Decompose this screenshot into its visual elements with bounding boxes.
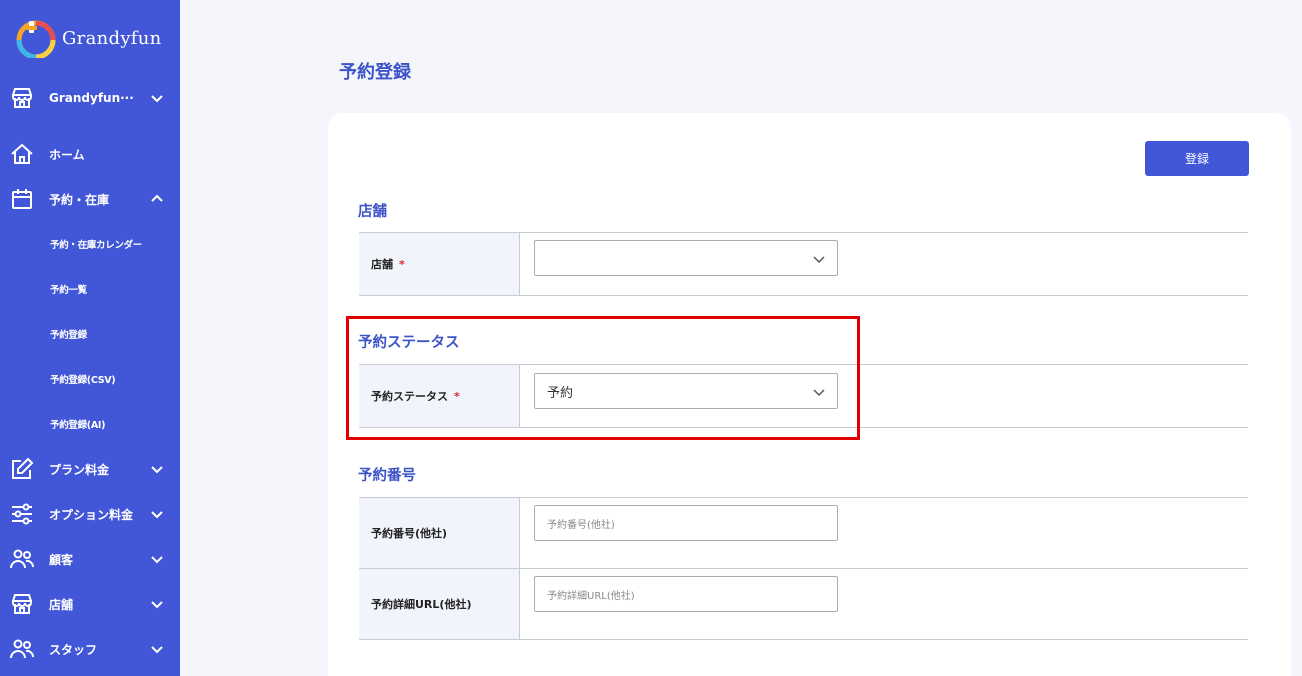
section-title-store: 店舗 — [358, 204, 387, 220]
form-row-number: 予約番号(他社) 予約番号(他社) — [359, 497, 1248, 569]
sidebar-subitem-calendar[interactable]: 予約・在庫カレンダー — [0, 229, 180, 259]
sidebar-item-label: スタッフ — [49, 642, 98, 657]
store-icon — [12, 88, 32, 108]
chevron-down-icon — [151, 95, 163, 103]
sidebar-item-staff[interactable]: スタッフ — [0, 631, 180, 667]
store-selector[interactable]: Grandyfun··· — [0, 80, 180, 116]
edit-icon — [12, 457, 34, 479]
brand-name: Grandyfun — [62, 27, 162, 49]
users-icon — [10, 639, 34, 659]
home-icon — [11, 143, 33, 164]
sidebar-item-customers[interactable]: 顧客 — [0, 541, 180, 577]
sidebar-subitem-register-csv[interactable]: 予約登録(CSV) — [0, 364, 180, 394]
sidebar-subitem-label: 予約登録(AI) — [50, 420, 106, 431]
sidebar-subitem-label: 予約登録(CSV) — [50, 375, 116, 386]
chevron-down-icon — [151, 556, 163, 564]
chevron-down-icon — [151, 601, 163, 609]
required-mark: * — [399, 257, 405, 271]
sidebar-item-label: プラン料金 — [49, 462, 110, 477]
section-title-number: 予約番号 — [358, 468, 416, 484]
sidebar-subitem-label: 予約一覧 — [50, 285, 87, 296]
store-select[interactable] — [534, 240, 838, 276]
reservation-url-input[interactable]: 予約詳細URL(他社) — [534, 576, 838, 612]
sidebar-item-home[interactable]: ホーム — [0, 136, 180, 172]
sidebar-subitem-register-ai[interactable]: 予約登録(AI) — [0, 409, 180, 439]
sidebar-item-label: 予約・在庫 — [49, 192, 110, 207]
field-label-store: 店舗 * — [359, 233, 520, 295]
reservation-number-input[interactable]: 予約番号(他社) — [534, 505, 838, 541]
sidebar: Grandyfun Grandyfun··· ホーム 予約・在庫 予約・在庫カレ… — [0, 0, 180, 676]
calendar-icon — [12, 189, 32, 209]
sidebar-item-plan-price[interactable]: プラン料金 — [0, 451, 180, 487]
store-selector-label: Grandyfun··· — [49, 91, 134, 105]
chevron-up-icon — [151, 194, 163, 202]
sliders-icon — [12, 503, 32, 525]
form-row-url: 予約詳細URL(他社) 予約詳細URL(他社) — [359, 568, 1248, 640]
logo-icon — [16, 20, 56, 58]
field-label-number: 予約番号(他社) — [359, 498, 520, 568]
sidebar-item-label: 店舗 — [49, 597, 74, 612]
sidebar-item-stores[interactable]: 店舗 — [0, 586, 180, 622]
sidebar-item-label: 顧客 — [49, 552, 74, 567]
chevron-down-icon — [813, 256, 825, 264]
chevron-down-icon — [151, 511, 163, 519]
sidebar-subitem-label: 予約・在庫カレンダー — [50, 240, 143, 251]
field-label-url: 予約詳細URL(他社) — [359, 569, 520, 639]
sidebar-item-label: ホーム — [49, 147, 85, 162]
highlight-box — [346, 316, 860, 440]
brand-logo[interactable]: Grandyfun — [16, 18, 162, 58]
sidebar-subitem-register[interactable]: 予約登録 — [0, 319, 180, 349]
users-icon — [10, 549, 34, 569]
sidebar-subitem-list[interactable]: 予約一覧 — [0, 274, 180, 304]
page-title: 予約登録 — [339, 62, 411, 83]
sidebar-subitem-label: 予約登録 — [50, 330, 87, 341]
chevron-down-icon — [151, 646, 163, 654]
store-icon — [12, 594, 32, 614]
sidebar-item-label: オプション料金 — [49, 507, 134, 522]
register-button[interactable]: 登録 — [1145, 141, 1249, 176]
form-row-store: 店舗 * — [359, 232, 1248, 296]
sidebar-item-option-price[interactable]: オプション料金 — [0, 496, 180, 532]
chevron-down-icon — [151, 466, 163, 474]
sidebar-item-reservation[interactable]: 予約・在庫 — [0, 181, 180, 217]
